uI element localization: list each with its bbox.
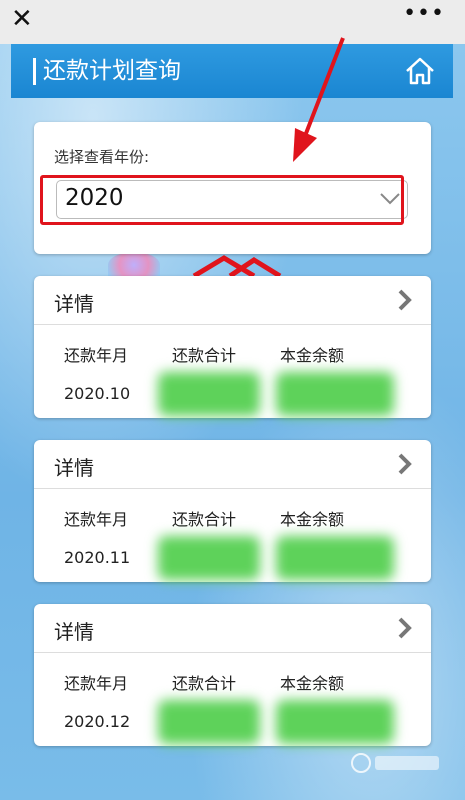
detail-header[interactable]: 详情 — [34, 604, 431, 653]
detail-card: 详情 还款年月 还款合计 本金余额 2020.11 — [34, 440, 431, 582]
detail-card: 详情 还款年月 还款合计 本金余额 2020.10 — [34, 276, 431, 418]
year-selector-label: 选择查看年份: — [54, 148, 150, 166]
more-dots-icon[interactable]: ••• — [403, 0, 445, 28]
chevron-right-icon[interactable] — [397, 288, 413, 312]
detail-header[interactable]: 详情 — [34, 440, 431, 489]
column-header-total: 还款合计 — [172, 346, 237, 365]
detail-title: 详情 — [54, 456, 94, 480]
redacted-total — [158, 372, 260, 416]
title-accent-bar — [33, 58, 36, 85]
detail-title: 详情 — [54, 620, 94, 644]
chevron-right-icon[interactable] — [397, 452, 413, 476]
red-highlight-box — [40, 175, 404, 225]
column-header-total: 还款合计 — [172, 674, 237, 693]
column-header-month: 还款年月 — [64, 346, 129, 365]
detail-card: 详情 还款年月 还款合计 本金余额 2020.12 — [34, 604, 431, 746]
redacted-balance — [276, 700, 394, 744]
detail-header[interactable]: 详情 — [34, 276, 431, 325]
column-header-month: 还款年月 — [64, 674, 129, 693]
column-header-balance: 本金余额 — [280, 346, 345, 365]
column-header-month: 还款年月 — [64, 510, 129, 529]
redacted-total — [158, 700, 260, 744]
chevron-right-icon[interactable] — [397, 616, 413, 640]
column-header-balance: 本金余额 — [280, 674, 345, 693]
repayment-month: 2020.12 — [64, 712, 131, 731]
top-bar: ✕ ••• — [0, 0, 465, 44]
redacted-balance — [276, 372, 394, 416]
home-icon[interactable] — [404, 56, 436, 86]
redacted-balance — [276, 536, 394, 580]
redacted-total — [158, 536, 260, 580]
page-header: 还款计划查询 — [11, 44, 453, 98]
page-title: 还款计划查询 — [43, 58, 181, 84]
watermark-logo — [351, 753, 439, 773]
column-header-balance: 本金余额 — [280, 510, 345, 529]
red-arrow-annotation — [293, 37, 345, 162]
house-roof-decoration — [192, 255, 282, 276]
detail-title: 详情 — [54, 292, 94, 316]
balloon-decoration — [108, 252, 160, 278]
column-header-total: 还款合计 — [172, 510, 237, 529]
repayment-month: 2020.10 — [64, 384, 131, 403]
repayment-month: 2020.11 — [64, 548, 131, 567]
close-icon[interactable]: ✕ — [11, 4, 33, 34]
